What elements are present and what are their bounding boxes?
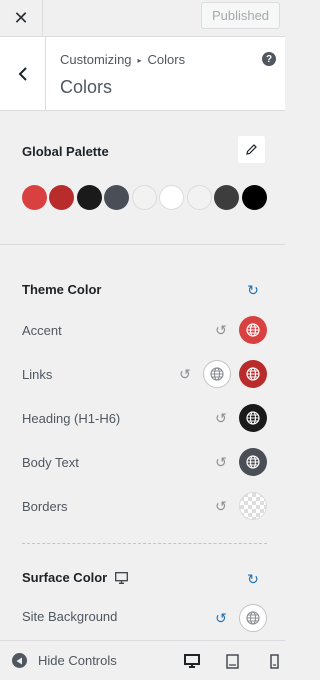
edit-palette-button[interactable] [238, 136, 265, 163]
desktop-icon [115, 571, 129, 584]
globe-icon [246, 323, 260, 337]
body-text-label: Body Text [22, 455, 79, 470]
customizer-topbar: ✕ Published [0, 0, 285, 37]
page-title: Colors [60, 77, 113, 97]
palette-swatch-7[interactable] [187, 185, 212, 210]
borders-reset-icon[interactable]: ↺ [214, 499, 228, 513]
borders-label: Borders [22, 499, 68, 514]
surface-color-reset-icon[interactable]: ↻ [246, 572, 260, 586]
global-palette-title: Global Palette [22, 144, 109, 159]
palette-swatch-8[interactable] [214, 185, 239, 210]
site-background-color-button[interactable] [239, 604, 267, 632]
close-glyph: ✕ [13, 7, 29, 28]
globe-icon [246, 455, 260, 469]
palette-swatch-9[interactable] [242, 185, 267, 210]
palette-swatch-6[interactable] [159, 185, 184, 210]
close-icon[interactable]: ✕ [0, 0, 43, 36]
globe-icon [246, 611, 260, 625]
globe-icon [210, 367, 224, 381]
links-hover-color-button[interactable] [203, 360, 231, 388]
palette-swatch-4[interactable] [104, 185, 129, 210]
section-header: Customizing ▸ Colors Colors ? [0, 37, 285, 111]
palette-swatch-5[interactable] [132, 185, 157, 210]
palette-swatch-3[interactable] [77, 185, 102, 210]
breadcrumb-parent: Customizing [60, 52, 132, 67]
hide-controls-button[interactable]: Hide Controls [12, 653, 117, 668]
section-divider [0, 244, 285, 245]
links-label: Links [22, 367, 53, 382]
heading-reset-icon[interactable]: ↺ [214, 411, 228, 425]
customizer-footer: Hide Controls [0, 640, 285, 680]
theme-color-reset-icon[interactable]: ↻ [246, 283, 260, 297]
dashed-divider [22, 543, 267, 544]
accent-reset-icon[interactable]: ↺ [214, 323, 228, 337]
breadcrumb: Customizing ▸ Colors [60, 52, 185, 67]
heading-label: Heading (H1-H6) [22, 411, 121, 426]
links-reset-icon[interactable]: ↺ [178, 367, 192, 381]
site-background-label: Site Background [22, 609, 118, 624]
pencil-icon [246, 144, 257, 155]
hide-controls-label: Hide Controls [38, 653, 117, 668]
body-text-color-button[interactable] [239, 448, 267, 476]
help-icon[interactable]: ? [262, 52, 276, 66]
back-button[interactable] [0, 37, 46, 110]
publish-button[interactable]: Published [201, 2, 280, 29]
globe-icon [246, 367, 260, 381]
palette-swatch-1[interactable] [22, 185, 47, 210]
theme-color-title: Theme Color [22, 282, 102, 297]
breadcrumb-separator: ▸ [137, 56, 142, 65]
globe-icon [246, 411, 260, 425]
borders-color-button[interactable] [239, 492, 267, 520]
desktop-preview-icon[interactable] [184, 654, 200, 673]
collapse-arrow-icon [12, 653, 27, 668]
breadcrumb-current: Colors [147, 52, 186, 67]
chevron-left-icon [18, 66, 27, 81]
links-color-button[interactable] [239, 360, 267, 388]
site-background-reset-icon[interactable]: ↺ [214, 611, 228, 625]
palette-swatch-2[interactable] [49, 185, 74, 210]
surface-color-title-text: Surface Color [22, 570, 108, 585]
body-text-reset-icon[interactable]: ↺ [214, 455, 228, 469]
accent-color-button[interactable] [239, 316, 267, 344]
accent-label: Accent [22, 323, 62, 338]
heading-color-button[interactable] [239, 404, 267, 432]
tablet-preview-icon[interactable] [226, 654, 239, 674]
mobile-preview-icon[interactable] [270, 654, 279, 674]
surface-color-title: Surface Color [22, 570, 129, 585]
